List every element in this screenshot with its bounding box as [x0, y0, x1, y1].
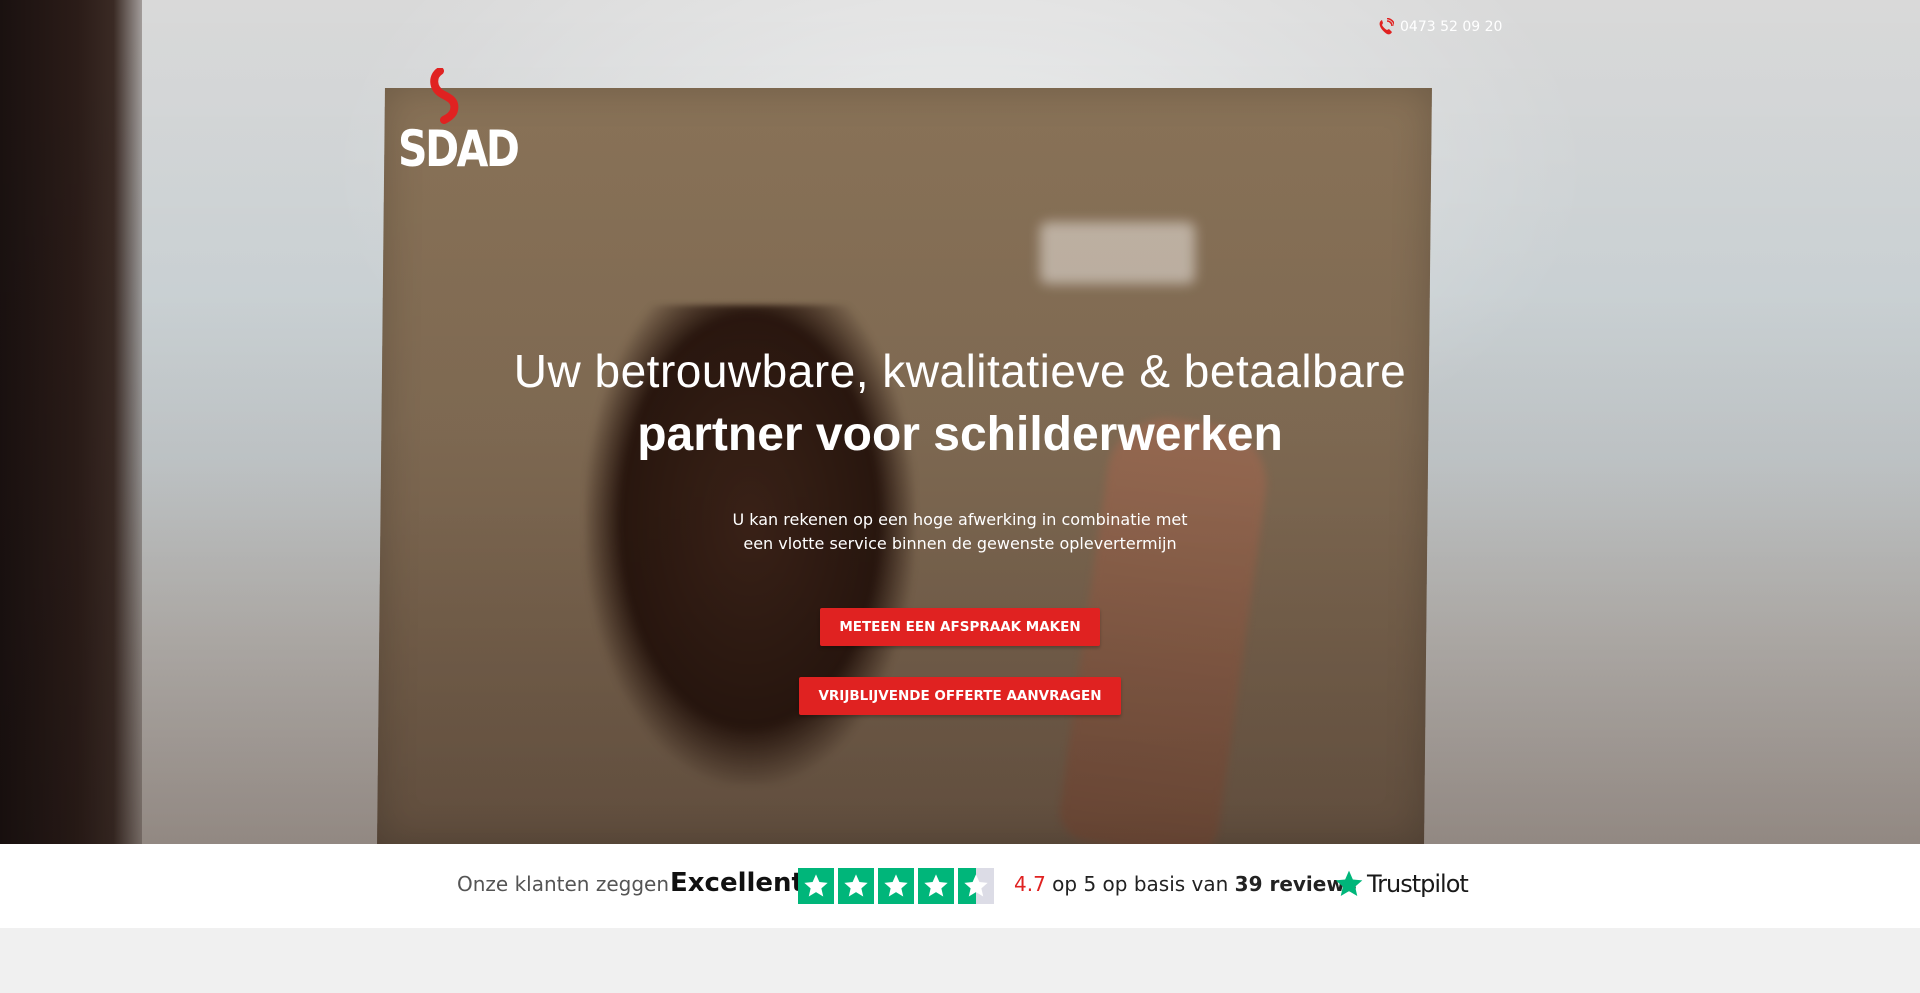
rating-word: Excellent — [670, 868, 804, 898]
trustpilot-review-bar[interactable]: Onze klanten zeggen Excellent 4.7 op 5 o… — [0, 844, 1920, 928]
star-icon — [798, 868, 834, 904]
phone-icon — [1379, 18, 1394, 35]
trustpilot-star-icon — [1335, 870, 1363, 896]
book-appointment-button[interactable]: METEEN EEN AFSPRAAK MAKEN — [820, 608, 1100, 646]
rating-score-suffix: op 5 op basis van — [1052, 872, 1229, 896]
request-quote-button[interactable]: VRIJBLIJVENDE OFFERTE AANVRAGEN — [799, 677, 1121, 715]
hero-section: 0473 52 09 20 SDAD Uw betrouwbare, kwali… — [0, 0, 1920, 844]
logo-mark-icon — [430, 68, 459, 124]
star-rating — [798, 868, 994, 904]
hero-headline-line2: partner voor schilderwerken — [637, 408, 1283, 461]
rating-score: 4.7 — [1014, 872, 1046, 896]
reviews-intro: Onze klanten zeggen — [457, 872, 670, 896]
trustpilot-logo[interactable]: Trustpilot — [1333, 868, 1469, 900]
hero-headline-line1: Uw betrouwbare, kwalitatieve & betaalbar… — [513, 345, 1407, 397]
page-background-strip — [0, 928, 1920, 993]
hero-subtext-line2: een vlotte service binnen de gewenste op… — [743, 534, 1177, 553]
star-icon — [878, 868, 914, 904]
phone-link[interactable]: 0473 52 09 20 — [1378, 16, 1502, 38]
rating-summary: 4.7 op 5 op basis van 39 reviews — [1014, 872, 1357, 896]
star-icon — [838, 868, 874, 904]
logo-text: SDAD — [398, 120, 520, 178]
phone-number: 0473 52 09 20 — [1400, 19, 1503, 35]
star-icon — [918, 868, 954, 904]
logo[interactable]: SDAD — [398, 68, 520, 180]
trustpilot-wordmark: Trustpilot — [1367, 870, 1469, 898]
hero-headline: Uw betrouwbare, kwalitatieve & betaalbar… — [0, 340, 1920, 468]
half-star-icon — [958, 868, 994, 904]
hero-subtext-line1: U kan rekenen op een hoge afwerking in c… — [732, 510, 1188, 529]
hero-subtext: U kan rekenen op een hoge afwerking in c… — [0, 508, 1920, 556]
